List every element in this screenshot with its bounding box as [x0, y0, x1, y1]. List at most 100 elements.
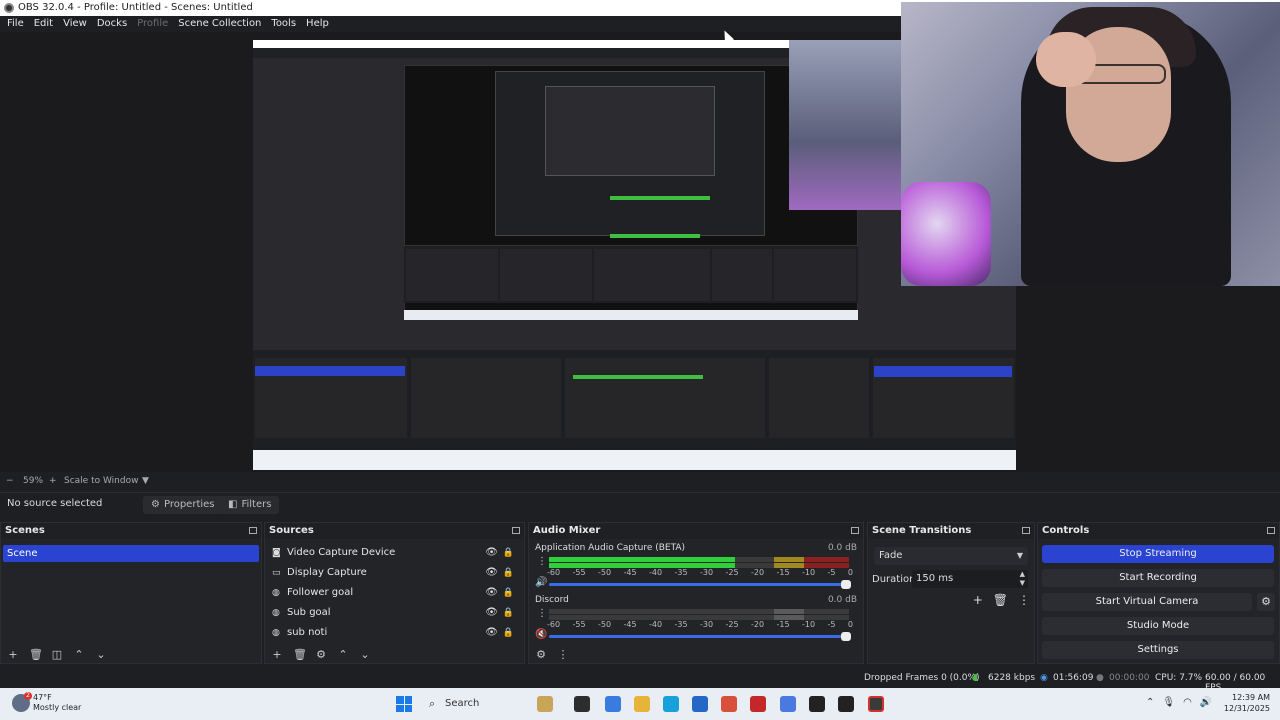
mixer-menu-icon[interactable]: ⋮	[557, 648, 569, 661]
controls-header: Controls	[1038, 523, 1279, 539]
zoom-in-icon[interactable]: +	[49, 476, 57, 486]
volume-slider[interactable]	[549, 580, 851, 589]
source-item-follower-goal[interactable]: ◍ Follower goal 👁 🔒	[265, 583, 524, 603]
menu-tools[interactable]: Tools	[266, 16, 301, 32]
file-explorer-app-icon[interactable]	[537, 696, 553, 712]
source-item-video-capture[interactable]: ◙ Video Capture Device 👁 🔒	[265, 543, 524, 563]
move-up-icon[interactable]: ⌃	[337, 648, 349, 661]
menu-edit[interactable]: Edit	[29, 16, 58, 32]
menu-view[interactable]: View	[58, 16, 92, 32]
eye-icon[interactable]: 👁	[485, 603, 498, 623]
remove-scene-icon[interactable]: 🗑	[29, 648, 43, 661]
browser-app-icon[interactable]	[721, 696, 737, 712]
remove-transition-icon[interactable]: 🗑	[993, 593, 1008, 607]
add-scene-icon[interactable]: +	[7, 648, 19, 661]
scenes-header: Scenes	[1, 523, 261, 539]
channel-menu-icon[interactable]: ⋮	[537, 608, 547, 619]
undock-icon[interactable]	[512, 527, 520, 534]
undock-icon[interactable]	[851, 527, 859, 534]
gear-icon: ⚙	[151, 499, 160, 510]
move-down-icon[interactable]: ⌄	[95, 648, 107, 661]
menu-docks[interactable]: Docks	[92, 16, 132, 32]
system-tray: ⌃ 🎙 ◠ 🔊	[1146, 697, 1212, 708]
lock-icon[interactable]: 🔒	[503, 583, 514, 603]
studio-mode-button[interactable]: Studio Mode	[1042, 617, 1274, 635]
lock-icon[interactable]: 🔒	[503, 603, 514, 623]
speaker-icon[interactable]: 🔊	[535, 577, 547, 588]
chevron-down-icon[interactable]: ▼	[142, 476, 149, 486]
eye-icon[interactable]: 👁	[485, 543, 498, 563]
webcam-video-capture[interactable]	[901, 2, 1280, 286]
volume-slider[interactable]	[549, 632, 851, 641]
channel-name: Application Audio Capture (BETA)	[535, 543, 686, 553]
lock-icon[interactable]: 🔒	[503, 623, 514, 643]
stop-streaming-button[interactable]: Stop Streaming	[1042, 545, 1274, 563]
undock-icon[interactable]	[249, 527, 257, 534]
windows-start-icon[interactable]	[396, 696, 412, 712]
source-item-display-capture[interactable]: ▭ Display Capture 👁 🔒	[265, 563, 524, 583]
source-item-sub-noti[interactable]: ◍ sub noti 👁 🔒	[265, 623, 524, 643]
weather-desc: Mostly clear	[33, 703, 82, 712]
eye-icon[interactable]: 👁	[485, 623, 498, 643]
properties-button[interactable]: ⚙ Properties	[143, 496, 223, 514]
meter-yellow-zone	[774, 557, 804, 562]
zoom-out-icon[interactable]: −	[6, 476, 14, 486]
dropped-frames: Dropped Frames 0 (0.0%)	[864, 673, 980, 683]
slider-knob[interactable]	[841, 580, 851, 589]
chevron-up-icon[interactable]: ⌃	[1146, 697, 1154, 708]
volume-icon[interactable]: 🔊	[1200, 697, 1212, 708]
app-n-icon[interactable]	[809, 696, 825, 712]
meter-tick-label: -40	[649, 568, 663, 577]
channel-menu-icon[interactable]: ⋮	[537, 556, 547, 567]
weather-widget[interactable]: 47°F Mostly clear	[33, 693, 81, 713]
vpn-app-icon[interactable]	[780, 696, 796, 712]
taskbar-search[interactable]: ⌕ Search	[423, 692, 523, 716]
spinner-icon[interactable]: ▲ ▼	[1020, 570, 1025, 588]
transition-select[interactable]: Fade ▼	[874, 547, 1028, 565]
remove-source-icon[interactable]: 🗑	[293, 648, 307, 661]
advanced-audio-icon[interactable]: ⚙	[535, 648, 547, 661]
scene-filters-icon[interactable]: ◫	[51, 648, 63, 661]
start-virtual-camera-button[interactable]: Start Virtual Camera	[1042, 593, 1252, 611]
menu-help[interactable]: Help	[301, 16, 334, 32]
microphone-icon[interactable]: 🎙	[1162, 697, 1175, 708]
source-item-sub-goal[interactable]: ◍ Sub goal 👁 🔒	[265, 603, 524, 623]
wifi-icon[interactable]: ◠	[1183, 697, 1192, 708]
start-recording-button[interactable]: Start Recording	[1042, 569, 1274, 587]
filters-button[interactable]: ◧ Filters	[220, 496, 280, 514]
slider-knob[interactable]	[841, 632, 851, 641]
store-app-icon[interactable]	[692, 696, 708, 712]
scene-item[interactable]: Scene	[3, 545, 259, 562]
duration-input[interactable]: 150 ms ▲ ▼	[912, 570, 1028, 588]
copilot-app-icon[interactable]	[605, 696, 621, 712]
app-x-icon[interactable]	[838, 696, 854, 712]
edge-app-icon[interactable]	[663, 696, 679, 712]
add-transition-icon[interactable]: +	[973, 593, 983, 607]
move-down-icon[interactable]: ⌄	[359, 648, 371, 661]
menu-scene-collection[interactable]: Scene Collection	[173, 16, 266, 32]
clock[interactable]: 12:39 AM 12/31/2025	[1224, 692, 1270, 714]
scale-mode-select[interactable]: Scale to Window	[64, 476, 138, 486]
move-up-icon[interactable]: ⌃	[73, 648, 85, 661]
undock-icon[interactable]	[1022, 527, 1030, 534]
obs-app-icon[interactable]	[868, 696, 884, 712]
undock-icon[interactable]	[1267, 527, 1275, 534]
eye-icon[interactable]: 👁	[485, 563, 498, 583]
lock-icon[interactable]: 🔒	[503, 543, 514, 563]
task-view-icon[interactable]	[574, 696, 590, 712]
notification-badge: 2	[24, 692, 32, 700]
virtual-camera-settings-gear-icon[interactable]: ⚙	[1257, 593, 1275, 611]
add-source-icon[interactable]: +	[271, 648, 283, 661]
eye-icon[interactable]: 👁	[485, 583, 498, 603]
muted-speaker-icon[interactable]: 🔇	[535, 629, 547, 640]
media-app-icon[interactable]	[750, 696, 766, 712]
lock-icon[interactable]: 🔒	[503, 563, 514, 583]
meter-tick-label: -30	[700, 620, 714, 629]
weather-icon[interactable]: 2	[12, 692, 32, 712]
source-properties-icon[interactable]: ⚙	[315, 648, 327, 661]
settings-button[interactable]: Settings	[1042, 641, 1274, 659]
folder-app-icon[interactable]	[634, 696, 650, 712]
menu-file[interactable]: File	[2, 16, 29, 32]
filters-label: Filters	[241, 499, 272, 510]
transition-menu-icon[interactable]: ⋮	[1018, 593, 1030, 607]
